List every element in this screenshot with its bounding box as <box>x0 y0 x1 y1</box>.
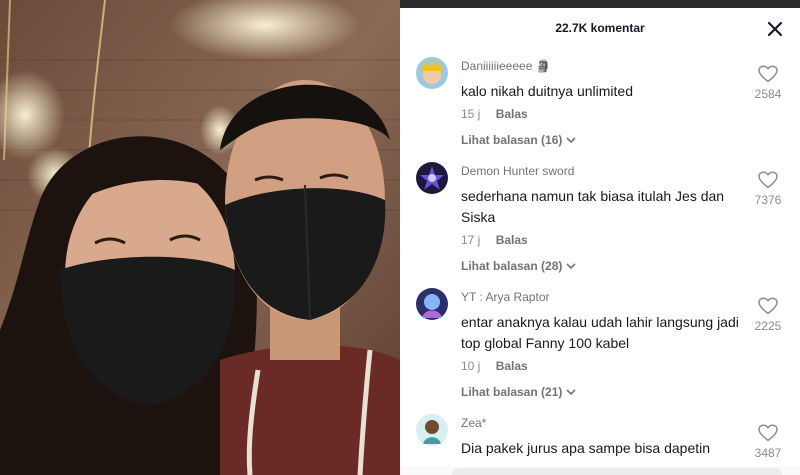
video-strip <box>400 0 800 8</box>
reply-button[interactable]: Balas <box>496 359 528 373</box>
view-replies-button[interactable]: Lihat balasan (21) <box>461 385 576 399</box>
reply-button[interactable]: Balas <box>496 233 528 247</box>
photo-image <box>0 0 400 475</box>
view-replies-label: Lihat balasan (16) <box>461 133 563 147</box>
chevron-down-icon <box>566 137 576 144</box>
view-replies-label: Lihat balasan (21) <box>461 385 563 399</box>
like-control[interactable]: 3487 <box>752 422 784 460</box>
comment-text: entar anaknya kalau udah lahir langsung … <box>461 314 739 351</box>
like-count: 2225 <box>754 319 782 333</box>
like-control[interactable]: 7376 <box>752 169 784 207</box>
close-icon[interactable] <box>766 20 784 38</box>
heart-outline-icon[interactable] <box>758 424 778 442</box>
like-control[interactable]: 2225 <box>752 295 784 333</box>
avatar[interactable] <box>416 57 448 89</box>
reply-button[interactable]: Balas <box>496 107 528 121</box>
like-count: 3487 <box>754 446 782 460</box>
comments-header: 22.7K komentar <box>400 8 800 50</box>
chevron-down-icon <box>566 389 576 396</box>
comment-username[interactable]: YT : Arya Raptor <box>461 290 549 304</box>
avatar[interactable] <box>416 162 448 194</box>
comment-text: kalo nikah duitnya unlimited <box>461 83 633 99</box>
comment-username[interactable]: Daniiiiiieeeee 🗿 <box>461 59 551 73</box>
comment-meta: 10 j Balas <box>461 359 528 373</box>
chevron-down-icon <box>566 263 576 270</box>
like-count: 2584 <box>754 87 782 101</box>
avatar[interactable] <box>416 414 448 446</box>
comment-count: 22.7K komentar <box>555 21 645 35</box>
comment-input-bar <box>400 466 800 475</box>
view-replies-label: Lihat balasan (28) <box>461 259 563 273</box>
comment-username[interactable]: Demon Hunter sword <box>461 164 574 178</box>
avatar[interactable] <box>416 288 448 320</box>
view-replies-button[interactable]: Lihat balasan (28) <box>461 259 576 273</box>
comment-meta: 17 j Balas <box>461 233 528 247</box>
heart-outline-icon[interactable] <box>758 171 778 189</box>
comment-time: 15 j <box>461 107 481 121</box>
couple-photo <box>0 0 400 475</box>
comment-text: sederhana namun tak biasa itulah Jes dan… <box>461 188 725 225</box>
comment-text: Dia pakek jurus apa sampe bisa dapetin <box>461 440 711 456</box>
comment-time: 17 j <box>461 233 481 247</box>
comments-panel: 22.7K komentar Daniiiiiieeeee 🗿 kalo nik… <box>400 0 800 475</box>
comment-time: 10 j <box>461 359 481 373</box>
view-replies-button[interactable]: Lihat balasan (16) <box>461 133 576 147</box>
comment-meta: 15 j Balas <box>461 107 528 121</box>
heart-outline-icon[interactable] <box>758 65 778 83</box>
like-count: 7376 <box>754 193 782 207</box>
like-control[interactable]: 2584 <box>752 63 784 101</box>
heart-outline-icon[interactable] <box>758 297 778 315</box>
comment-input[interactable] <box>452 468 782 475</box>
comment-username[interactable]: Zea* <box>461 416 486 430</box>
